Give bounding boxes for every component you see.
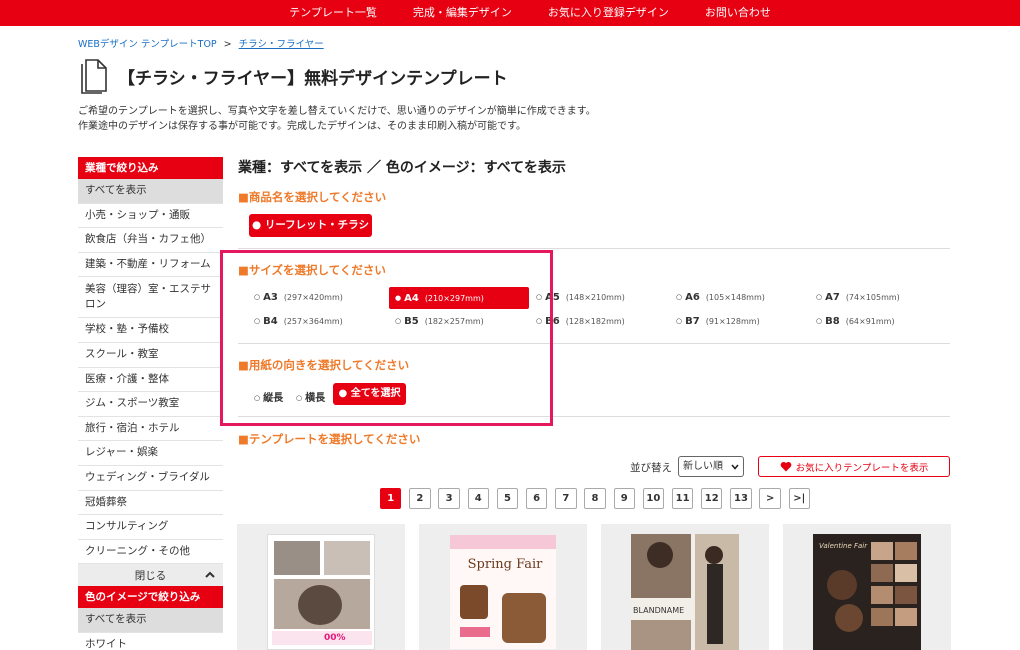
size-b8-name: B8 <box>825 316 840 327</box>
color-filter-title: 色のイメージで絞り込み <box>78 586 223 608</box>
size-a6-option[interactable]: ○ A6 (105×148mm) <box>676 292 765 303</box>
size-b7-dim: (91×128mm) <box>705 317 760 326</box>
template-thumbnail: Valentine Fair <box>813 534 921 650</box>
divider <box>238 248 950 249</box>
size-a7-dim: (74×105mm) <box>845 293 900 302</box>
template-card[interactable]: Spring Fair <box>419 524 587 650</box>
highlight-frame <box>220 250 553 426</box>
color-all[interactable]: すべてを表示 <box>78 608 223 633</box>
size-b8-option[interactable]: ○ B8 (64×91mm) <box>816 316 895 327</box>
industry-leisure[interactable]: レジャー・娯楽 <box>78 441 223 466</box>
template-section-title: ■テンプレートを選択してください <box>238 432 421 446</box>
page-4-button[interactable]: 4 <box>467 488 489 509</box>
description-line-2: 作業途中のデザインは保存する事が可能です。完成したデザインは、そのまま印刷入稿が… <box>78 121 526 132</box>
industry-wedding[interactable]: ウェディング・ブライダル <box>78 466 223 491</box>
industry-classroom[interactable]: スクール・教室 <box>78 343 223 368</box>
nav-favorite-designs[interactable]: お気に入り登録デザイン <box>548 0 669 26</box>
size-a6-name: A6 <box>685 292 700 303</box>
top-nav: テンプレート一覧 完成・編集デザイン お気に入り登録デザイン お問い合わせ <box>0 0 1020 26</box>
brand-name-text: BLANDNAME <box>633 606 685 615</box>
industry-ceremony[interactable]: 冠婚葬祭 <box>78 491 223 516</box>
nav-completed-designs[interactable]: 完成・編集デザイン <box>413 0 512 26</box>
product-leaflet-button[interactable]: ● リーフレット・チラシ <box>249 214 372 237</box>
breadcrumb-home[interactable]: WEBデザイン テンプレートTOP <box>78 39 217 50</box>
industry-filter-title: 業種で絞り込み <box>78 157 223 179</box>
page-7-button[interactable]: 7 <box>555 488 577 509</box>
sort-value: 新しい順 <box>683 461 723 472</box>
industry-beauty[interactable]: 美容（理容）室・エステサロン <box>78 277 223 319</box>
valentine-text: Valentine Fair <box>819 542 868 550</box>
size-a5-dim: (148×210mm) <box>565 293 625 302</box>
breadcrumb: WEBデザイン テンプレートTOP > チラシ・フライヤー <box>78 36 324 50</box>
template-card[interactable]: BLANDNAME <box>601 524 769 650</box>
nav-contact[interactable]: お問い合わせ <box>705 0 771 26</box>
template-thumbnail: BLANDNAME <box>631 534 739 650</box>
pagination: 1 2 3 4 5 6 7 8 9 10 11 12 13 > >| <box>380 488 811 509</box>
industry-all[interactable]: すべてを表示 <box>78 179 223 204</box>
sort-label: 並び替え <box>630 462 672 474</box>
page-description: ご希望のテンプレートを選択し、写真や文字を差し替えていくだけで、思い通りのデザイ… <box>78 104 596 134</box>
size-b6-dim: (128×182mm) <box>565 317 625 326</box>
page-8-button[interactable]: 8 <box>584 488 606 509</box>
next-page-button[interactable]: > <box>759 488 781 509</box>
description-line-1: ご希望のテンプレートを選択し、写真や文字を差し替えていくだけで、思い通りのデザイ… <box>78 106 596 117</box>
size-a7-option[interactable]: ○ A7 (74×105mm) <box>816 292 900 303</box>
industry-real-estate[interactable]: 建築・不動産・リフォーム <box>78 253 223 278</box>
template-thumbnail: 00% <box>267 534 375 650</box>
industry-close-button[interactable]: 閉じる <box>78 564 223 588</box>
filter-heading: 業種：すべてを表示 ／ 色のイメージ：すべてを表示 <box>238 160 566 176</box>
page-title: 【チラシ・フライヤー】無料デザインテンプレート <box>118 69 508 89</box>
chevron-down-icon <box>731 463 739 470</box>
percent-text: 00% <box>324 633 346 643</box>
industry-restaurant[interactable]: 飲食店（弁当・カフェ他） <box>78 228 223 253</box>
favorite-templates-label: お気に入りテンプレートを表示 <box>795 462 929 474</box>
color-white[interactable]: ホワイト <box>78 633 223 650</box>
industry-medical[interactable]: 医療・介護・整体 <box>78 368 223 393</box>
industry-consulting[interactable]: コンサルティング <box>78 515 223 540</box>
page-3-button[interactable]: 3 <box>438 488 460 509</box>
page-11-button[interactable]: 11 <box>671 488 694 509</box>
nav-template-list[interactable]: テンプレート一覧 <box>289 0 377 26</box>
page-1-button[interactable]: 1 <box>380 488 402 509</box>
page-5-button[interactable]: 5 <box>496 488 519 509</box>
page-2-button[interactable]: 2 <box>409 488 431 509</box>
industry-travel[interactable]: 旅行・宿泊・ホテル <box>78 417 223 442</box>
size-b7-name: B7 <box>685 316 700 327</box>
last-page-button[interactable]: >| <box>788 488 811 509</box>
color-filter: 色のイメージで絞り込み すべてを表示 ホワイト <box>78 586 223 650</box>
size-b7-option[interactable]: ○ B7 (91×128mm) <box>676 316 760 327</box>
page-13-button[interactable]: 13 <box>730 488 752 509</box>
close-label: 閉じる <box>134 570 167 583</box>
industry-gym[interactable]: ジム・スポーツ教室 <box>78 392 223 417</box>
size-a7-name: A7 <box>825 292 840 303</box>
breadcrumb-current[interactable]: チラシ・フライヤー <box>239 39 324 50</box>
heart-icon <box>780 461 791 472</box>
template-thumbnail: Spring Fair <box>449 534 557 650</box>
industry-retail[interactable]: 小売・ショップ・通販 <box>78 204 223 229</box>
template-card[interactable]: 00% <box>237 524 405 650</box>
industry-cleaning[interactable]: クリーニング・その他 <box>78 540 223 565</box>
favorite-templates-button[interactable]: お気に入りテンプレートを表示 <box>758 456 950 477</box>
size-b8-dim: (64×91mm) <box>845 317 895 326</box>
size-a6-dim: (105×148mm) <box>705 293 765 302</box>
page-9-button[interactable]: 9 <box>613 488 635 509</box>
chevron-up-icon <box>205 571 215 579</box>
document-icon <box>81 59 107 94</box>
page-6-button[interactable]: 6 <box>525 488 548 509</box>
template-card[interactable]: Valentine Fair <box>783 524 951 650</box>
product-section-title: ■商品名を選択してください <box>238 190 387 204</box>
spring-fair-text: Spring Fair <box>467 557 543 572</box>
industry-filter: 業種で絞り込み すべてを表示 小売・ショップ・通販 飲食店（弁当・カフェ他） 建… <box>78 157 223 588</box>
industry-school[interactable]: 学校・塾・予備校 <box>78 318 223 343</box>
page-12-button[interactable]: 12 <box>701 488 723 509</box>
breadcrumb-separator: > <box>223 39 232 50</box>
sort-select[interactable]: 新しい順 <box>678 456 744 477</box>
page-10-button[interactable]: 10 <box>642 488 665 509</box>
